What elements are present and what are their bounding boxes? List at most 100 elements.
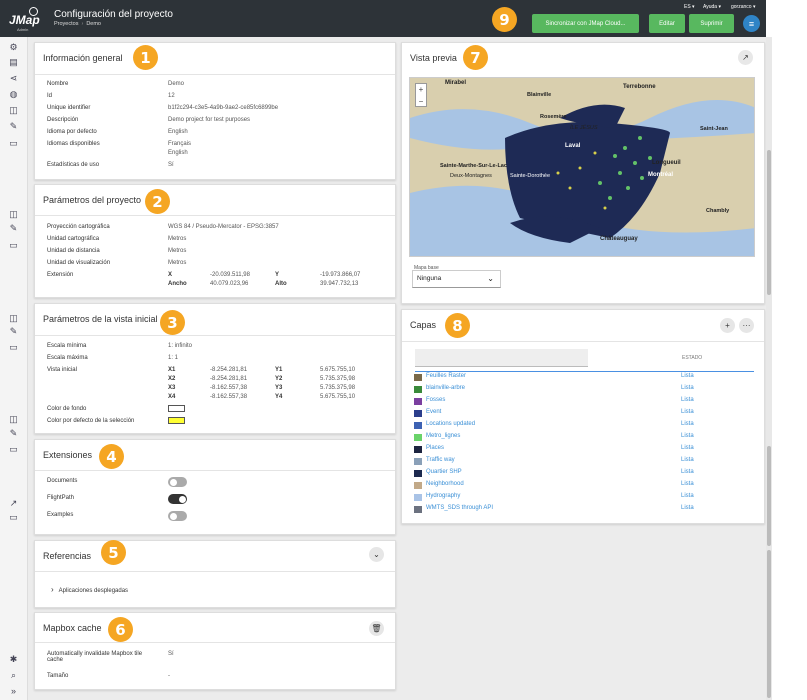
scroll-thumb-2[interactable] (767, 446, 771, 546)
sel-color-label: Color por defecto de la selección (47, 418, 135, 424)
layer-name[interactable]: Places (426, 445, 444, 451)
share-icon[interactable]: ⋖ (8, 73, 19, 84)
ext-examples-toggle[interactable] (168, 511, 187, 521)
monitor-icon-3[interactable]: ▭ (8, 342, 19, 353)
layer-state: Lista (681, 481, 694, 487)
layer-type-icon (414, 446, 422, 453)
more-icon[interactable]: ··· (739, 318, 754, 333)
layer-name[interactable]: Event (426, 409, 441, 415)
name-value: Demo (168, 81, 185, 87)
user-menu[interactable]: gorzanco ▾ (731, 4, 755, 10)
zoom-in-button[interactable]: + (416, 84, 426, 96)
references-title: Referencias (43, 551, 92, 561)
x3-value: -8.162.557,38 (210, 385, 248, 391)
badge-9: 9 (492, 7, 517, 32)
layer-filter-input[interactable] (415, 349, 588, 367)
help-menu[interactable]: Ayuda ▾ (703, 4, 721, 10)
zoom-controls: + − (415, 83, 427, 107)
layer-state: Lista (681, 469, 694, 475)
ext-documents-toggle[interactable] (168, 477, 187, 487)
general-info-title: Información general (43, 53, 123, 63)
ext-examples-label: Examples (47, 512, 74, 518)
monitor-icon-2[interactable]: ▭ (8, 240, 19, 251)
default-lang-value: English (168, 129, 188, 135)
breadcrumb-projects[interactable]: Proyectos (54, 21, 78, 27)
projection-label: Proyección cartográfica (47, 224, 110, 230)
search-icon[interactable]: ⌕ (8, 670, 19, 681)
bug-icon[interactable]: ✱ (8, 654, 19, 665)
page-scrollbar[interactable] (766, 0, 807, 700)
delete-button[interactable]: Suprimir (689, 14, 734, 33)
deployed-apps-item[interactable]: › Aplicaciones desplegadas (51, 585, 128, 594)
layer-name[interactable]: Fosses (426, 397, 445, 403)
chevron-right-icon: › (51, 585, 54, 594)
y2-value: 5.735.375,98 (320, 376, 356, 382)
extensions-card: Extensiones Documents FlightPath Example… (34, 439, 396, 535)
description-value: Demo project for test purposes (168, 117, 251, 123)
layer-name[interactable]: Locations updated (426, 421, 475, 427)
jmap-logo[interactable]: JMap Admin (9, 7, 43, 33)
extent-label: Extensión (47, 272, 74, 278)
layer-name[interactable]: Quartier SHP (426, 469, 462, 475)
external-link-icon[interactable]: ↗ (738, 50, 753, 65)
add-layer-icon[interactable]: + (720, 318, 735, 333)
gears-icon[interactable]: ⚙ (8, 42, 19, 53)
place-rosemere: Rosemère (540, 114, 567, 120)
layer-state: Lista (681, 385, 694, 391)
plug-icon-2[interactable]: ✎ (8, 223, 19, 234)
basemap-select[interactable]: Ninguna ⌄ (412, 270, 501, 288)
layer-name[interactable]: Neighborhood (426, 481, 464, 487)
map-icon-3[interactable]: ◫ (8, 313, 19, 324)
layer-name[interactable]: Traffic way (426, 457, 455, 463)
monitor-icon[interactable]: ▭ (8, 138, 19, 149)
map-preview[interactable]: + − Mirabel Terrebonne Blainville Rosemè… (409, 77, 755, 257)
badge-3: 3 (160, 310, 185, 335)
map-icon-2[interactable]: ◫ (8, 209, 19, 220)
layer-name[interactable]: Hydrography (426, 493, 460, 499)
ext-flightpath-toggle[interactable] (168, 494, 187, 504)
place-chambly: Chambly (706, 208, 730, 214)
extent-x-key: X (168, 272, 173, 278)
layer-name[interactable]: blainville-arbre (426, 385, 465, 391)
zoom-out-button[interactable]: − (416, 96, 426, 108)
collapse-icon[interactable]: ⌄ (369, 547, 384, 562)
layer-type-icon (414, 386, 422, 393)
layer-type-icon (414, 410, 422, 417)
place-longueuil: Longueuil (652, 160, 681, 166)
logo-text: JMap (9, 13, 40, 27)
place-sainte-marthe: Sainte-Marthe-Sur-Le-Lac (440, 163, 507, 169)
layer-type-icon (414, 482, 422, 489)
general-info-card: Información general Nombre Demo Id 12 Un… (34, 42, 396, 180)
monitor-icon-5[interactable]: ▭ (8, 512, 19, 523)
x2-value: -8.254.281,81 (210, 376, 248, 382)
globe-icon[interactable]: ◍ (8, 89, 19, 100)
plug-icon[interactable]: ✎ (8, 121, 19, 132)
scroll-thumb-3[interactable] (767, 550, 771, 698)
map-icon[interactable]: ◫ (8, 105, 19, 116)
x4-key: X4 (168, 394, 176, 400)
layers-card: Capas + ··· ESTADO (401, 309, 765, 524)
y3-key: Y3 (275, 385, 283, 391)
language-menu[interactable]: ES ▾ (684, 4, 695, 10)
place-terrebonne: Terrebonne (623, 84, 656, 90)
expand-icon[interactable]: » (8, 686, 19, 697)
arrow-icon[interactable]: ↗ (8, 498, 19, 509)
plug-icon-3[interactable]: ✎ (8, 326, 19, 337)
max-scale-value: 1: 1 (168, 355, 179, 361)
database-icon[interactable]: ▤ (8, 57, 19, 68)
name-label: Nombre (47, 81, 69, 87)
monitor-icon-4[interactable]: ▭ (8, 444, 19, 455)
menu-icon[interactable]: ≡ (743, 15, 760, 32)
sync-button[interactable]: Sincronizar con JMap Cloud... (532, 14, 639, 33)
id-label: Id (47, 93, 53, 99)
scroll-thumb[interactable] (767, 150, 771, 295)
edit-button[interactable]: Editar (649, 14, 685, 33)
description-label: Descripción (47, 117, 79, 123)
map-icon-4[interactable]: ◫ (8, 414, 19, 425)
layer-name[interactable]: WMTS_SDS through API (426, 505, 493, 511)
layer-name[interactable]: Feuilles Raster (426, 373, 466, 379)
layer-name[interactable]: Metro_lignes (426, 433, 460, 439)
plug-icon-4[interactable]: ✎ (8, 428, 19, 439)
stats-value: Sí (168, 162, 174, 168)
trash-icon[interactable]: 🗑 (369, 621, 384, 636)
